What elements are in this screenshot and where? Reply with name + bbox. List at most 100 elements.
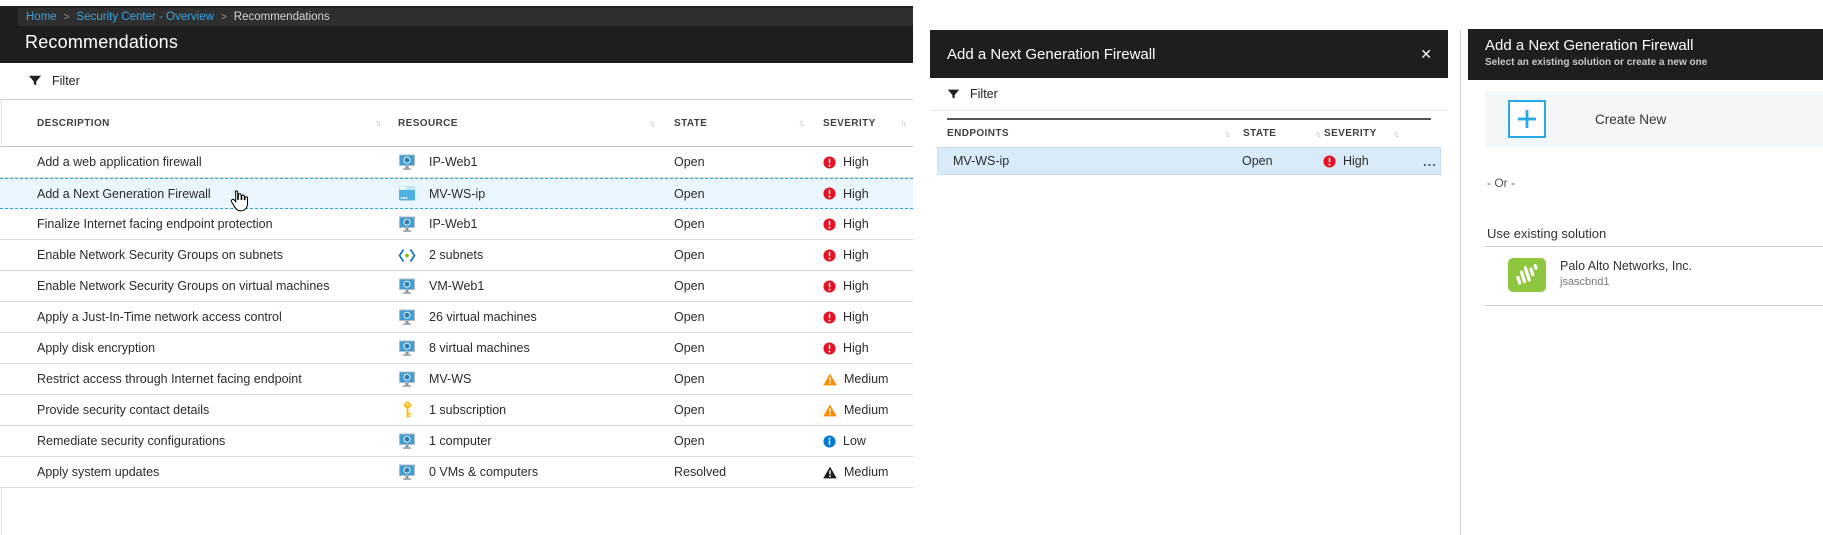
endpoint-row[interactable]: MV-WS-ip Open High ... [937, 147, 1441, 175]
severity-cell: High [823, 217, 913, 231]
table-row[interactable]: Enable Network Security Groups on subnet… [0, 240, 913, 271]
state-value: Open [674, 434, 823, 448]
recommendation-description: Enable Network Security Groups on virtua… [37, 279, 398, 293]
endpoint-name: MV-WS-ip [953, 154, 1242, 168]
table-row[interactable]: Apply disk encryption [0, 333, 913, 364]
resource-name: MV-WS-ip [429, 187, 485, 201]
sort-icon[interactable] [900, 118, 905, 128]
table-header-row: DESCRIPTION RESOURCE STATE SEVERITY [0, 100, 913, 147]
existing-solution-item[interactable]: Palo Alto Networks, Inc. jsascbnd1 [1485, 247, 1823, 306]
column-header-severity: SEVERITY [823, 118, 913, 129]
close-icon[interactable]: ✕ [1420, 47, 1432, 61]
table-row[interactable]: Apply system updates [0, 457, 913, 488]
sort-icon[interactable] [1393, 129, 1398, 139]
column-header-severity: SEVERITY [1324, 128, 1424, 139]
severity-cell: High [823, 248, 913, 262]
severity-cell: High [823, 187, 913, 201]
breadcrumb-home[interactable]: Home [26, 11, 57, 23]
severity-high-icon [823, 187, 836, 200]
sort-icon[interactable] [1224, 129, 1229, 139]
state-value: Open [674, 372, 823, 386]
severity-value: Low [843, 434, 866, 448]
breadcrumb-security-center-overview[interactable]: Security Center - Overview [77, 11, 214, 23]
severity-value: High [1343, 154, 1369, 168]
state-value: Resolved [674, 465, 823, 479]
table-row[interactable]: Apply a Just-In-Time network access cont… [0, 302, 913, 333]
monitor-icon [398, 278, 416, 295]
next-gen-firewall-blade: Add a Next Generation Firewall ✕ Filter … [930, 0, 1448, 535]
severity-high-icon [823, 218, 836, 231]
recommendation-description: Provide security contact details [37, 403, 398, 417]
state-value: Open [674, 217, 823, 231]
blade-title: Add a Next Generation Firewall [947, 46, 1420, 63]
severity-value: Medium [844, 465, 888, 479]
table-row[interactable]: Finalize Internet facing endpoint protec… [0, 209, 913, 240]
recommendation-description: Restrict access through Internet facing … [37, 372, 398, 386]
recommendations-table: DESCRIPTION RESOURCE STATE SEVERITY [0, 100, 913, 488]
column-header-resource: RESOURCE [398, 118, 674, 129]
resource-cell: 8 virtual machines [398, 340, 674, 357]
severity-value: Medium [844, 403, 888, 417]
filter-label: Filter [970, 87, 998, 101]
severity-value: High [843, 341, 869, 355]
web-app-icon [398, 185, 416, 202]
table-header-row: ENDPOINTS STATE SEVERITY [947, 118, 1431, 147]
state-value: Open [674, 248, 823, 262]
table-row[interactable]: Add a web application firewall [0, 147, 913, 178]
filter-button[interactable]: Filter [930, 78, 1448, 111]
filter-button[interactable]: Filter [0, 63, 913, 100]
severity-medium-icon [823, 373, 837, 386]
create-new-button[interactable]: Create New [1485, 91, 1823, 147]
severity-high-icon [823, 249, 836, 262]
blade-header: Add a Next Generation Firewall Select an… [1468, 29, 1823, 80]
table-row[interactable]: Remediate security configurations [0, 426, 913, 457]
severity-value: High [843, 310, 869, 324]
filter-label: Filter [52, 74, 80, 88]
severity-cell: High [823, 155, 913, 169]
resource-cell: VM-Web1 [398, 278, 674, 295]
resource-cell: 26 virtual machines [398, 309, 674, 326]
monitor-icon [398, 371, 416, 388]
column-header-endpoints: ENDPOINTS [947, 128, 1243, 139]
sort-icon[interactable] [649, 118, 654, 128]
severity-value: High [843, 155, 869, 169]
page-title: Recommendations [25, 32, 178, 53]
resource-name: 1 computer [429, 434, 492, 448]
severity-cell: Medium [823, 465, 913, 479]
table-row[interactable]: Enable Network Security Groups on virtua… [0, 271, 913, 302]
column-header-state: STATE [1243, 128, 1324, 139]
row-context-menu[interactable]: ... [1423, 154, 1452, 169]
sort-icon[interactable] [1315, 129, 1320, 139]
table-row[interactable]: Add a Next Generation Firewall [0, 178, 913, 209]
resource-cell: MV-WS [398, 371, 674, 388]
severity-high-icon [823, 311, 836, 324]
resource-name: MV-WS [429, 372, 471, 386]
resource-name: VM-Web1 [429, 279, 484, 293]
severity-value: High [843, 279, 869, 293]
state-value: Open [674, 341, 823, 355]
sort-icon[interactable] [375, 118, 380, 128]
severity-medium-resolved-icon [823, 466, 837, 479]
blade-header: Add a Next Generation Firewall ✕ [930, 30, 1448, 78]
recommendation-description: Add a web application firewall [37, 155, 398, 169]
recommendation-description: Finalize Internet facing endpoint protec… [37, 217, 398, 231]
breadcrumb: Home > Security Center - Overview > Reco… [18, 8, 913, 26]
filter-icon [28, 74, 42, 88]
recommendation-description: Apply a Just-In-Time network access cont… [37, 310, 398, 324]
severity-medium-icon [823, 404, 837, 417]
resource-cell: IP-Web1 [398, 216, 674, 233]
table-row[interactable]: Provide security contact details [0, 395, 913, 426]
breadcrumb-separator: > [64, 12, 70, 23]
breadcrumb-current: Recommendations [234, 11, 330, 23]
column-header-description: DESCRIPTION [37, 118, 398, 129]
table-row[interactable]: Restrict access through Internet facing … [0, 364, 913, 395]
severity-value: High [843, 217, 869, 231]
severity-cell: Medium [823, 403, 913, 417]
monitor-icon [398, 154, 416, 171]
sort-icon[interactable] [798, 118, 803, 128]
resource-name: 8 virtual machines [429, 341, 530, 355]
severity-cell: Medium [823, 372, 913, 386]
resource-name: 2 subnets [429, 248, 483, 262]
severity-cell: High [823, 310, 913, 324]
resource-cell: 0 VMs & computers [398, 464, 674, 481]
